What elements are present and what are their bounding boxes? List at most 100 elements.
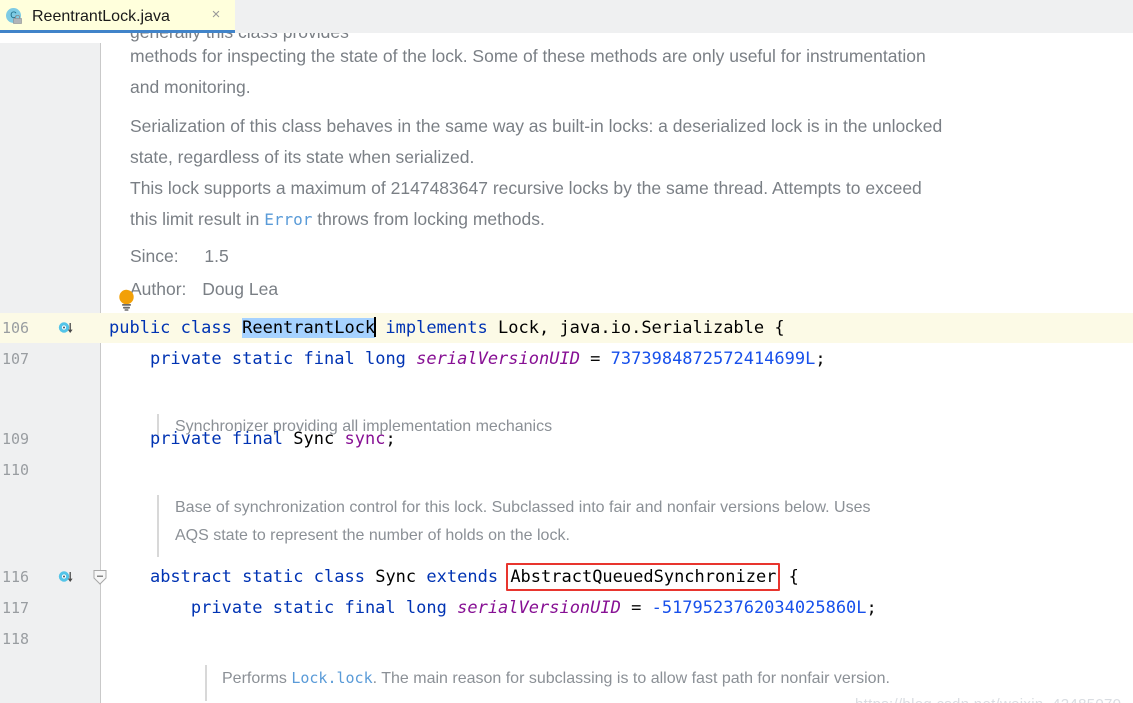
line-number-116: 116 [2,568,30,586]
javadoc-since-label: Since: [130,246,179,266]
javadoc-sync-class-text: Base of synchronization control for this… [175,494,1105,550]
code-token: final [303,349,355,369]
code-token: static [242,567,304,587]
gutter-line-117[interactable]: 117 [0,593,100,623]
editor-tab-reentrantlock[interactable]: C ReentrantLock.java × [0,0,235,33]
javadoc-performs-post: . The main reason for subclassing is to … [372,670,890,687]
javadoc-paragraph-1: methods for inspecting the state of the … [130,41,1110,103]
editor-tab-bar: C ReentrantLock.java × [0,0,1133,33]
code-token: extends [426,567,499,587]
javadoc-block-bar-2 [157,495,159,557]
gutter-line-107[interactable]: 107 [0,344,100,374]
javadoc-since-value: 1.5 [204,246,229,266]
code-token: ReentrantLock [242,318,376,338]
code-token: { [778,567,799,587]
javadoc-paragraph-2: Serialization of this class behaves in t… [130,111,1110,173]
intellij-editor-window: C ReentrantLock.java × generally this cl… [0,0,1133,703]
code-token: ; [385,429,396,449]
javadoc-since-row: Since: 1.5 [130,241,229,272]
code-token: -5179523762034025860L [651,598,867,618]
code-tokens-106: public class ReentrantLock implements Lo… [109,313,785,343]
code-token: Sync [375,567,417,587]
code-token: sync [344,429,386,449]
code-line-107[interactable]: 107 private static final long serialVers… [0,344,1133,374]
implemented-method-marker-icon[interactable] [58,320,74,336]
code-line-117[interactable]: 117 private static final long serialVers… [0,593,1133,623]
code-token: public [109,318,171,338]
code-token: class [313,567,365,587]
javadoc-lock-lock-link[interactable]: Lock.lock [291,669,372,687]
code-line-106[interactable]: 106 public class ReentrantLock implement… [0,313,1133,343]
javadoc-block-bar-3 [205,665,207,701]
code-line-116[interactable]: 116 abstract static class Sync extends A… [0,562,1133,592]
code-token: serialVersionUID [457,598,621,618]
javadoc-p3-line2-post: throws from locking methods. [312,209,545,229]
javadoc-sync-class-line1: Base of synchronization control for this… [175,499,871,516]
line-number-106: 106 [2,319,30,337]
intention-lightbulb-icon[interactable] [118,289,135,311]
code-token: implements [385,318,488,338]
code-line-110[interactable]: 110 [0,455,1133,485]
code-line-118[interactable]: 118 [0,624,1133,654]
code-token: final [344,598,396,618]
code-token: static [272,598,335,618]
code-token: private [149,349,222,369]
code-tokens-116: abstract static class Sync extends Abstr… [109,562,799,592]
code-token: 7373984872572414699L [610,349,816,369]
javadoc-p3-line2-pre: this limit result in [130,209,265,229]
code-token: serialVersionUID [416,349,580,369]
code-tokens-117: private static final long serialVersionU… [109,593,877,623]
code-token: = [620,598,652,618]
gutter-line-109[interactable]: 109 [0,424,100,454]
javadoc-p3-line1: This lock supports a maximum of 21474836… [130,178,922,198]
fold-marker-icon[interactable] [93,570,107,585]
code-token: abstract [149,567,232,587]
javadoc-p1-line2: and monitoring. [130,77,251,97]
javadoc-p3-line2: this limit result in Error throws from l… [130,204,1110,235]
editor-pane[interactable]: generally this class provides methods fo… [0,33,1133,703]
line-number-117: 117 [2,599,30,617]
gutter-line-106[interactable]: 106 [0,313,100,343]
javadoc-performs-pre: Performs [222,670,292,687]
javadoc-p2-line2: state, regardless of its state when seri… [130,147,475,167]
gutter-line-110[interactable]: 110 [0,455,100,485]
code-token: Lock, java.io.Serializable { [498,318,785,338]
code-line-109[interactable]: 109 private final Sync sync; [0,424,1133,454]
line-number-109: 109 [2,430,30,448]
javadoc-error-link[interactable]: Error [264,210,312,229]
javadoc-sync-class-line2: AQS state to represent the number of hol… [175,527,570,544]
csdn-watermark: https://blog.csdn.net/weixin_42485070 [855,696,1121,703]
gutter-line-116[interactable]: 116 [0,562,107,592]
code-token: static [231,349,294,369]
javadoc-p1-line1: methods for inspecting the state of the … [130,46,926,66]
code-token: = [579,349,611,369]
lock-badge-icon [13,14,22,24]
gutter-line-118[interactable]: 118 [0,624,100,654]
javadoc-performs-text: Performs Lock.lock. The main reason for … [222,664,1122,693]
code-token: private [149,429,222,449]
code-tokens-107: private static final long serialVersionU… [109,344,826,374]
close-icon[interactable]: × [209,7,223,22]
code-token: AbstractQueuedSynchronizer [506,563,781,591]
javadoc-paragraph-3: This lock supports a maximum of 21474836… [130,173,1110,235]
implemented-method-marker-icon[interactable] [58,569,74,585]
javadoc-author-value: Doug Lea [202,279,279,299]
